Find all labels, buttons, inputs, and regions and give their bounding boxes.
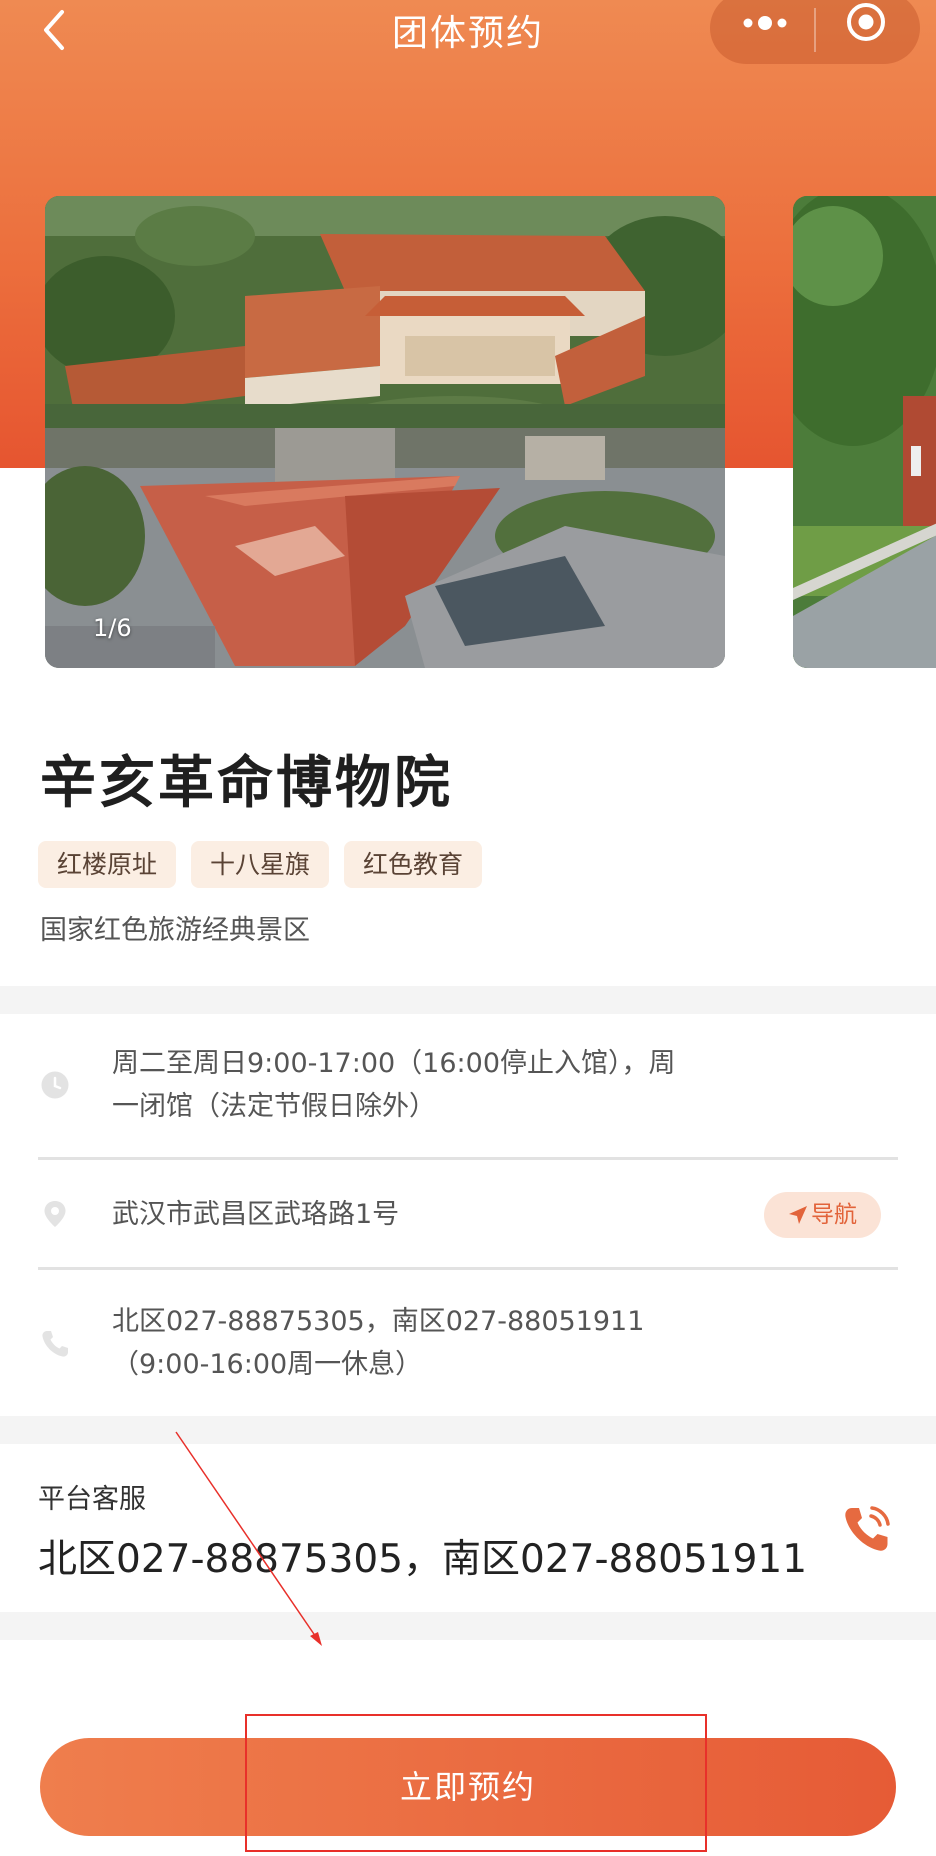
book-now-button[interactable]: 立即预约 (40, 1738, 896, 1836)
phone-call-icon (845, 1506, 890, 1551)
capsule-divider (814, 8, 816, 52)
navigate-label: 导航 (811, 1202, 857, 1228)
navigation-bar: 团体预约 (0, 0, 936, 64)
row-divider (38, 1157, 898, 1160)
phone-line1: 北区027-88875305，南区027-88051911 (112, 1306, 645, 1337)
row-divider (38, 1267, 898, 1270)
museum-garden-photo (793, 196, 936, 668)
opening-hours-row: 周二至周日9:00-17:00（16:00停止入馆），周 一闭馆（法定节假日除外… (38, 1040, 898, 1160)
customer-service-label: 平台客服 (38, 1484, 146, 1515)
venue-subtitle: 国家红色旅游经典景区 (40, 915, 310, 946)
museum-aerial-photo (45, 196, 725, 668)
venue-name: 辛亥革命博物院 (40, 751, 453, 816)
carousel-counter: 1/6 (93, 614, 132, 642)
venue-tag: 十八星旗 (191, 841, 330, 888)
navigation-arrow-icon (789, 1206, 807, 1224)
phone-line2: （9:00-16:00周一休息） (112, 1349, 423, 1380)
opening-hours-line1: 周二至周日9:00-17:00（16:00停止入馆），周 (112, 1048, 676, 1079)
address-text: 武汉市武昌区武珞路1号 (112, 1199, 400, 1230)
venue-tag: 红楼原址 (38, 841, 177, 888)
navigate-button[interactable]: 导航 (764, 1192, 881, 1238)
location-pin-icon (44, 1201, 66, 1227)
section-divider (0, 986, 936, 1014)
clock-icon (41, 1071, 69, 1099)
target-circle-icon[interactable] (844, 0, 888, 44)
phone-row[interactable]: 北区027-88875305，南区027-88051911 （9:00-16:0… (38, 1300, 898, 1400)
call-button[interactable] (842, 1502, 894, 1554)
section-divider (0, 1416, 936, 1444)
carousel-slide-next[interactable] (793, 196, 936, 668)
section-divider (0, 1612, 936, 1640)
customer-service-phone: 北区027-88875305，南区027-88051911 (38, 1537, 808, 1582)
venue-tag: 红色教育 (344, 841, 483, 888)
mini-program-capsule (710, 0, 920, 64)
opening-hours-line2: 一闭馆（法定节假日除外） (112, 1091, 436, 1122)
carousel-slide-current[interactable]: 1/6 (45, 196, 725, 668)
phone-icon (42, 1331, 68, 1357)
more-dots-icon[interactable] (740, 12, 790, 34)
venue-tags: 红楼原址 十八星旗 红色教育 (38, 841, 483, 888)
